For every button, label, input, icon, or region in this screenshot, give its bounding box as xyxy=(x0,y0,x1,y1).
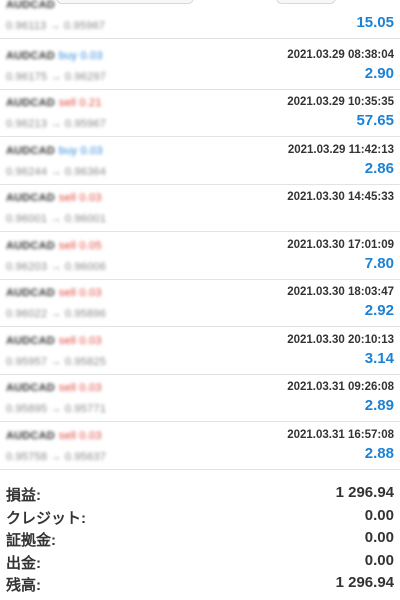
trade-symbol: AUDCAD sell 0.05 xyxy=(6,240,102,252)
trade-pair: AUDCAD xyxy=(6,192,55,204)
trade-pair: AUDCAD xyxy=(6,145,55,157)
trade-prices: 0.96001 → 0.96001 xyxy=(6,213,107,225)
trade-time: 2021.03.29 08:38:04 xyxy=(287,49,394,61)
trade-row[interactable]: AUDCAD sell 0.05 0.96203 → 0.96006 2021.… xyxy=(0,233,400,280)
summary-value: 0.00 xyxy=(364,529,394,546)
summary-row: 残高: 1 296.94 xyxy=(0,572,400,594)
trade-row[interactable]: AUDCAD sell 0.03 0.95758 → 0.95637 2021.… xyxy=(0,423,400,470)
summary-label: クレジット: xyxy=(6,509,86,527)
trade-profit: 7.80 xyxy=(364,255,394,272)
trade-prices: 0.96175 → 0.96297 xyxy=(6,71,107,83)
trade-profit: 2.92 xyxy=(364,302,394,319)
summary-label: 証拠金: xyxy=(6,532,56,549)
summary-value: 1 296.94 xyxy=(335,484,394,501)
trade-pair: AUDCAD xyxy=(6,430,55,442)
trade-symbol: AUDCAD sell 0.03 xyxy=(6,335,102,347)
trade-side: sell 0.03 xyxy=(58,287,102,299)
trade-pair: AUDCAD xyxy=(6,0,55,11)
trade-row[interactable]: AUDCAD buy 0.03 0.96175 → 0.96297 2021.0… xyxy=(0,43,400,90)
trade-time: 2021.03.30 18:03:47 xyxy=(287,286,394,298)
trade-symbol: AUDCAD xyxy=(6,0,59,11)
trade-profit: 3.14 xyxy=(364,350,394,367)
trade-side: sell 0.03 xyxy=(58,382,102,394)
summary-row: クレジット: 0.00 xyxy=(0,505,400,527)
trade-pair: AUDCAD xyxy=(6,97,55,109)
trade-row[interactable]: AUDCAD sell 0.03 0.95895 → 0.95771 2021.… xyxy=(0,375,400,422)
trade-symbol: AUDCAD buy 0.03 xyxy=(6,50,103,62)
trade-time: 2021.03.29 11:42:13 xyxy=(287,144,394,156)
summary-label: 出金: xyxy=(6,554,41,572)
trade-symbol: AUDCAD sell 0.21 xyxy=(6,97,102,109)
trade-pair: AUDCAD xyxy=(6,240,55,252)
trade-pair: AUDCAD xyxy=(6,287,55,299)
trade-time: 2021.03.30 17:01:09 xyxy=(287,239,394,251)
trade-time: 2021.03.30 20:10:13 xyxy=(287,334,394,346)
trade-time: 2021.03.31 16:57:08 xyxy=(287,429,394,441)
summary-value: 0.00 xyxy=(364,551,394,569)
summary-value: 1 296.94 xyxy=(335,574,394,591)
trade-side: sell 0.03 xyxy=(58,192,102,204)
trade-prices: 0.95957 → 0.95825 xyxy=(6,356,107,368)
trade-symbol: AUDCAD buy 0.03 xyxy=(6,145,103,157)
trade-side: sell 0.21 xyxy=(58,97,102,109)
trade-profit: 2.86 xyxy=(364,160,394,177)
trade-profit: 2.90 xyxy=(364,65,394,82)
trade-side: buy 0.03 xyxy=(58,50,103,62)
trade-pair: AUDCAD xyxy=(6,382,55,394)
trade-row[interactable]: AUDCAD sell 0.03 0.96022 → 0.95896 2021.… xyxy=(0,280,400,327)
trade-pair: AUDCAD xyxy=(6,50,55,62)
trade-symbol: AUDCAD sell 0.03 xyxy=(6,287,102,299)
trade-row[interactable]: AUDCAD buy 0.03 0.96244 → 0.96364 2021.0… xyxy=(0,138,400,185)
summary-label: 残高: xyxy=(6,577,41,594)
trade-profit: 57.65 xyxy=(356,112,394,129)
trade-side: sell 0.03 xyxy=(58,430,102,442)
trade-profit: 2.88 xyxy=(364,445,394,462)
trade-symbol: AUDCAD sell 0.03 xyxy=(6,192,102,204)
trade-symbol: AUDCAD sell 0.03 xyxy=(6,430,102,442)
summary-row: 証拠金: 0.00 xyxy=(0,527,400,549)
trade-prices: 0.95758 → 0.95637 xyxy=(6,451,107,463)
summary-label: 損益: xyxy=(6,487,41,504)
trade-prices: 0.96213 → 0.95967 xyxy=(6,118,107,130)
trade-row[interactable]: AUDCAD sell 0.03 0.96001 → 0.96001 2021.… xyxy=(0,185,400,232)
summary-row: 出金: 0.00 xyxy=(0,550,400,572)
trade-symbol: AUDCAD sell 0.03 xyxy=(6,382,102,394)
trade-side: buy 0.03 xyxy=(58,145,103,157)
trade-prices: 0.96244 → 0.96364 xyxy=(6,166,107,178)
trade-prices: 0.96022 → 0.95896 xyxy=(6,308,107,320)
trade-time: 2021.03.30 14:45:33 xyxy=(287,191,394,203)
trade-row[interactable]: AUDCAD sell 0.03 0.95957 → 0.95825 2021.… xyxy=(0,328,400,375)
trade-side: sell 0.03 xyxy=(58,335,102,347)
trade-profit: 2.89 xyxy=(364,397,394,414)
trade-row[interactable]: AUDCAD sell 0.21 0.96213 → 0.95967 2021.… xyxy=(0,90,400,137)
trade-time: 2021.03.31 09:26:08 xyxy=(287,381,394,393)
summary-value: 0.00 xyxy=(364,506,394,524)
trade-time: 2021.03.29 10:35:35 xyxy=(287,96,394,108)
trade-profit: 15.05 xyxy=(356,14,394,31)
trade-prices: 0.96113 → 0.95967 xyxy=(6,20,106,32)
summary-row: 損益: 1 296.94 xyxy=(0,482,400,504)
trade-pair: AUDCAD xyxy=(6,335,55,347)
trade-row[interactable]: AUDCAD 0.96113 → 0.95967 15.05 xyxy=(0,0,400,39)
trade-prices: 0.95895 → 0.95771 xyxy=(6,403,107,415)
trade-prices: 0.96203 → 0.96006 xyxy=(6,261,107,273)
trade-side: sell 0.05 xyxy=(58,240,102,252)
